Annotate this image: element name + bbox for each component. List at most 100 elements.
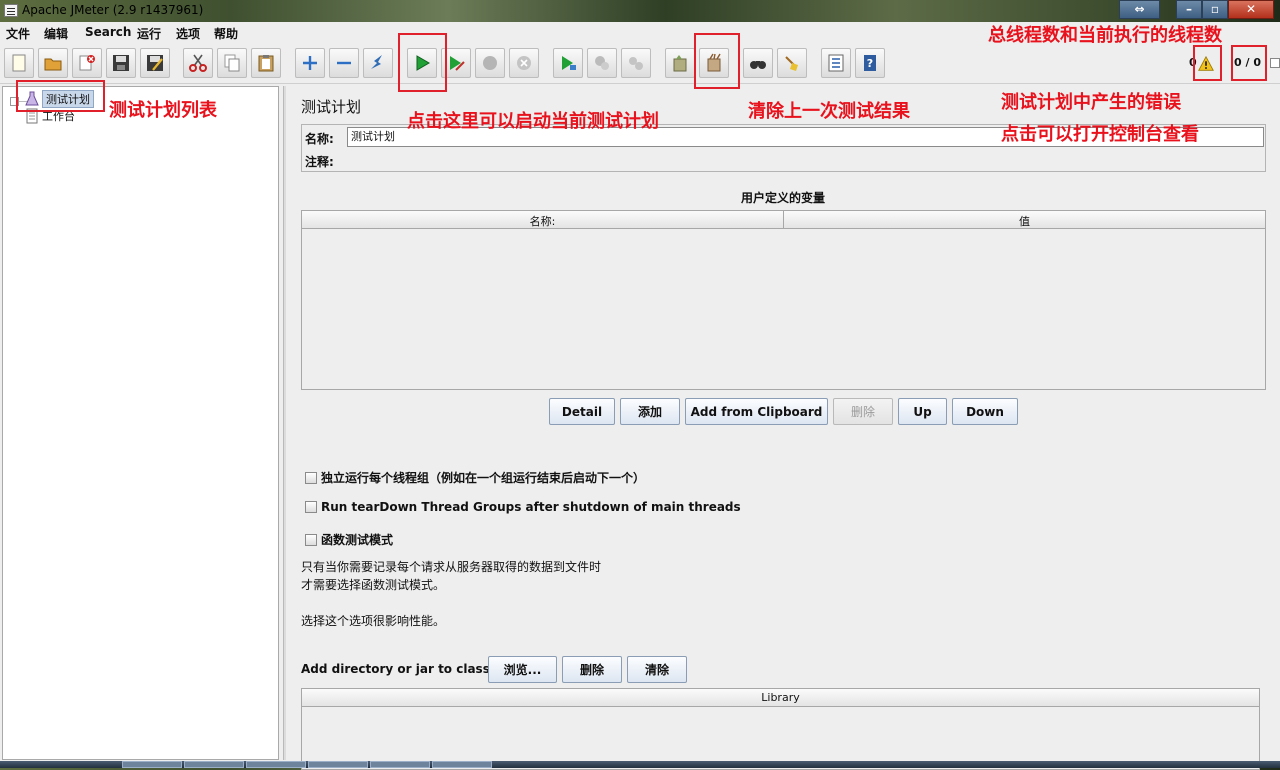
annotation-start: 点击这里可以启动当前测试计划 bbox=[407, 111, 659, 132]
checkbox[interactable] bbox=[305, 501, 317, 513]
menu-options[interactable]: 选项 bbox=[176, 25, 200, 42]
remote-start-icon bbox=[562, 56, 576, 70]
save-as-icon bbox=[147, 55, 163, 71]
taskbar-item[interactable] bbox=[308, 761, 368, 768]
annotation-errors-line1: 测试计划中产生的错误 bbox=[1001, 92, 1181, 113]
copy-icon bbox=[224, 54, 240, 72]
functional-mode-option[interactable]: 函数测试模式 bbox=[305, 531, 393, 548]
open-button[interactable] bbox=[38, 48, 68, 78]
new-icon bbox=[12, 54, 26, 72]
save-icon bbox=[113, 55, 129, 71]
classpath-delete-button[interactable]: 删除 bbox=[562, 656, 622, 683]
window-title: Apache JMeter (2.9 r1437961) bbox=[22, 3, 204, 17]
option-label: 独立运行每个线程组（例如在一个组运行结束后启动下一个） bbox=[321, 471, 646, 485]
annotation-threads: 总线程数和当前执行的线程数 bbox=[988, 25, 1222, 46]
delete-button[interactable]: 删除 bbox=[833, 398, 893, 425]
save-as-button[interactable] bbox=[140, 48, 170, 78]
browse-button[interactable]: 浏览... bbox=[488, 656, 557, 683]
remote-shutdown-button[interactable] bbox=[621, 48, 651, 78]
toggle-button[interactable] bbox=[363, 48, 393, 78]
function-helper-icon bbox=[828, 54, 844, 72]
remote-shutdown-icon bbox=[629, 57, 643, 70]
tree-highlight-box bbox=[16, 80, 105, 112]
help-button[interactable]: ? bbox=[855, 48, 885, 78]
maximize-button[interactable]: ▫ bbox=[1202, 0, 1228, 19]
taskbar-item[interactable] bbox=[184, 761, 244, 768]
close-file-button[interactable] bbox=[72, 48, 102, 78]
menu-help[interactable]: 帮助 bbox=[214, 25, 238, 42]
save-button[interactable] bbox=[106, 48, 136, 78]
remote-stop-icon bbox=[595, 56, 609, 70]
option-label: Run tearDown Thread Groups after shutdow… bbox=[321, 500, 741, 514]
os-taskbar bbox=[0, 761, 1280, 768]
shutdown-icon bbox=[517, 56, 531, 70]
vars-button-row: Detail 添加 Add from Clipboard 删除 Up Down bbox=[288, 398, 1278, 425]
clear-button[interactable] bbox=[665, 48, 695, 78]
remote-start-button[interactable] bbox=[553, 48, 583, 78]
search-icon bbox=[750, 61, 766, 69]
resize-button[interactable]: ⇔ bbox=[1119, 0, 1160, 19]
teardown-option[interactable]: Run tearDown Thread Groups after shutdow… bbox=[305, 500, 741, 514]
open-icon bbox=[44, 58, 62, 71]
taskbar-item[interactable] bbox=[432, 761, 492, 768]
toolbar: ? 0 0 / 0 bbox=[0, 44, 1280, 84]
menu-edit[interactable]: 编辑 bbox=[44, 25, 68, 42]
column-value[interactable]: 值 bbox=[784, 213, 1265, 229]
error-highlight-box bbox=[1193, 45, 1222, 81]
menu-file[interactable]: 文件 bbox=[6, 25, 30, 42]
cut-icon bbox=[189, 54, 207, 72]
split-pane-divider[interactable] bbox=[283, 86, 286, 760]
collapse-button[interactable] bbox=[329, 48, 359, 78]
column-library[interactable]: Library bbox=[302, 689, 1259, 707]
reset-search-icon bbox=[785, 56, 798, 71]
taskbar-item[interactable] bbox=[246, 761, 306, 768]
reset-search-button[interactable] bbox=[777, 48, 807, 78]
detail-button[interactable]: Detail bbox=[549, 398, 615, 425]
toggle-icon bbox=[371, 55, 382, 69]
shutdown-button[interactable] bbox=[509, 48, 539, 78]
taskbar-item[interactable] bbox=[370, 761, 430, 768]
paste-icon bbox=[258, 55, 274, 72]
test-plan-tree: 测试计划 工作台 bbox=[2, 86, 279, 760]
annotation-tree-list: 测试计划列表 bbox=[109, 100, 217, 121]
user-vars-header: 名称: 值 bbox=[302, 211, 1265, 229]
library-table[interactable]: Library bbox=[301, 688, 1260, 770]
remote-stop-button[interactable] bbox=[587, 48, 617, 78]
up-button[interactable]: Up bbox=[898, 398, 947, 425]
serialize-threadgroups-option[interactable]: 独立运行每个线程组（例如在一个组运行结束后启动下一个） bbox=[305, 469, 645, 486]
copy-button[interactable] bbox=[217, 48, 247, 78]
performance-note: 选择这个选项很影响性能。 bbox=[301, 614, 446, 628]
column-name[interactable]: 名称: bbox=[302, 213, 783, 229]
clear-highlight-box bbox=[694, 33, 740, 89]
toolbar-checkbox[interactable] bbox=[1270, 58, 1280, 68]
user-vars-table[interactable]: 名称: 值 bbox=[301, 210, 1266, 390]
test-plan-panel: 测试计划 名称: 测试计划 注释: 用户定义的变量 名称: 值 Detail 添… bbox=[288, 86, 1278, 770]
taskbar-item[interactable] bbox=[122, 761, 182, 768]
comment-input[interactable] bbox=[347, 150, 1264, 170]
function-helper-button[interactable] bbox=[821, 48, 851, 78]
stop-icon bbox=[483, 56, 497, 70]
annotation-errors-line2: 点击可以打开控制台查看 bbox=[1001, 124, 1199, 145]
stop-button[interactable] bbox=[475, 48, 505, 78]
checkbox[interactable] bbox=[305, 533, 317, 546]
minimize-button[interactable]: – bbox=[1176, 0, 1202, 19]
start-highlight-box bbox=[398, 33, 447, 92]
cut-button[interactable] bbox=[183, 48, 213, 78]
close-window-button[interactable]: ✕ bbox=[1228, 0, 1274, 19]
paste-button[interactable] bbox=[251, 48, 281, 78]
panel-title: 测试计划 bbox=[301, 98, 362, 116]
menu-search[interactable]: Search bbox=[85, 25, 131, 39]
classpath-clear-button[interactable]: 清除 bbox=[627, 656, 687, 683]
new-button[interactable] bbox=[4, 48, 34, 78]
add-button[interactable]: 添加 bbox=[620, 398, 680, 425]
expand-button[interactable] bbox=[295, 48, 325, 78]
functional-mode-note: 只有当你需要记录每个请求从服务器取得的数据到文件时 bbox=[301, 560, 602, 574]
menu-run[interactable]: 运行 bbox=[137, 25, 161, 42]
add-from-clipboard-button[interactable]: Add from Clipboard bbox=[685, 398, 828, 425]
start-no-pause-icon bbox=[450, 56, 465, 71]
expand-icon bbox=[303, 56, 317, 70]
down-button[interactable]: Down bbox=[952, 398, 1018, 425]
search-button[interactable] bbox=[743, 48, 773, 78]
checkbox[interactable] bbox=[305, 471, 317, 484]
comment-label: 注释: bbox=[305, 155, 334, 169]
